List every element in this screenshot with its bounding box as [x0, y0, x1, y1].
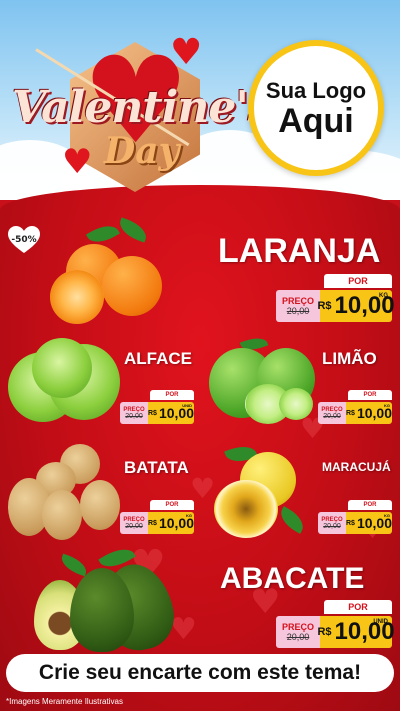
- avocado-image: [30, 542, 181, 657]
- heart-icon: ♥: [62, 142, 93, 182]
- logo-title-line2: Day: [104, 130, 180, 172]
- new-price: R$ 10,00 KG: [346, 402, 392, 424]
- por-label: POR: [348, 390, 392, 400]
- unit-label: KG: [186, 513, 192, 518]
- price-tag-laranja: POR PREÇO 20,00 R$ 10,00 KG: [276, 274, 395, 322]
- lime-image: [205, 333, 317, 426]
- footnote: *Imagens Meramente Ilustrativas: [6, 697, 123, 706]
- store-logo-line2: Aqui: [278, 102, 354, 140]
- orange-image: [48, 217, 168, 326]
- por-label: POR: [150, 500, 194, 510]
- price-tag-limao: POR PREÇO 20,00 R$ 10,00 KG: [318, 390, 392, 424]
- currency-label: R$: [346, 519, 355, 527]
- new-price: R$ 10,00 UNID: [317, 616, 395, 648]
- old-price: PREÇO 20,00: [318, 402, 346, 424]
- old-price: PREÇO 20,00: [276, 290, 320, 322]
- price-tag-alface: POR PREÇO 20,00 R$ 10,00 UNID: [120, 390, 194, 424]
- store-logo-line1: Sua Logo: [265, 78, 367, 103]
- cta-banner[interactable]: Crie seu encarte com este tema!: [6, 654, 394, 692]
- product-name-batata: BATATA: [124, 458, 189, 477]
- currency-label: R$: [317, 626, 332, 638]
- product-name-alface: ALFACE: [124, 349, 192, 368]
- por-label: POR: [324, 600, 392, 614]
- price-tag-batata: POR PREÇO 20,00 R$ 10,00 KG: [120, 500, 194, 534]
- por-label: POR: [348, 500, 392, 510]
- product-name-abacate: ABACATE: [220, 562, 365, 595]
- old-price-value: 20,00: [323, 522, 341, 530]
- old-price-value: 20,00: [323, 412, 341, 420]
- old-price-value: 20,00: [125, 412, 143, 420]
- logo-title-line1: Valentine's: [12, 82, 273, 133]
- currency-label: R$: [148, 409, 157, 417]
- product-name-laranja: LARANJA: [218, 232, 381, 270]
- preco-label: PREÇO: [281, 296, 314, 306]
- unit-label: KG: [384, 513, 390, 518]
- old-price-value: 20,00: [125, 522, 143, 530]
- preco-label: PREÇO: [281, 622, 314, 632]
- price-tag-abacate: POR PREÇO 20,00 R$ 10,00 UNID: [276, 600, 395, 648]
- old-price: PREÇO 20,00: [276, 616, 320, 648]
- price-tag-maracuja: POR PREÇO 20,00 R$ 10,00 KG: [318, 500, 392, 534]
- currency-label: R$: [346, 409, 355, 417]
- new-price: R$ 10,00 KG: [148, 512, 194, 534]
- old-price: PREÇO 20,00: [120, 402, 148, 424]
- old-price: PREÇO 20,00: [120, 512, 148, 534]
- new-price: R$ 10,00 KG: [346, 512, 392, 534]
- currency-label: R$: [317, 300, 332, 312]
- old-price-value: 20,00: [286, 632, 310, 642]
- por-label: POR: [150, 390, 194, 400]
- passion-fruit-image: [212, 441, 310, 538]
- unit-label: KG: [384, 403, 390, 408]
- store-logo: Sua Logo Aqui: [248, 40, 384, 176]
- por-label: POR: [324, 274, 392, 288]
- old-price-value: 20,00: [286, 306, 310, 316]
- product-name-maracuja: MARACUJÁ: [322, 460, 391, 474]
- valentines-day-logo: ♥ Valentine's Day ♥ ♥: [10, 30, 273, 192]
- heart-icon: ♥: [170, 32, 203, 73]
- unit-label: KG: [379, 293, 388, 299]
- lettuce-image: [8, 338, 120, 428]
- currency-label: R$: [148, 519, 157, 527]
- product-name-limao: LIMÃO: [322, 349, 377, 368]
- new-price: R$ 10,00 KG: [317, 290, 395, 322]
- potato-image: [8, 444, 120, 540]
- old-price: PREÇO 20,00: [318, 512, 346, 534]
- new-price: R$ 10,00 UNID: [148, 402, 194, 424]
- unit-label: UNID: [373, 619, 388, 625]
- unit-label: UNID: [182, 403, 192, 408]
